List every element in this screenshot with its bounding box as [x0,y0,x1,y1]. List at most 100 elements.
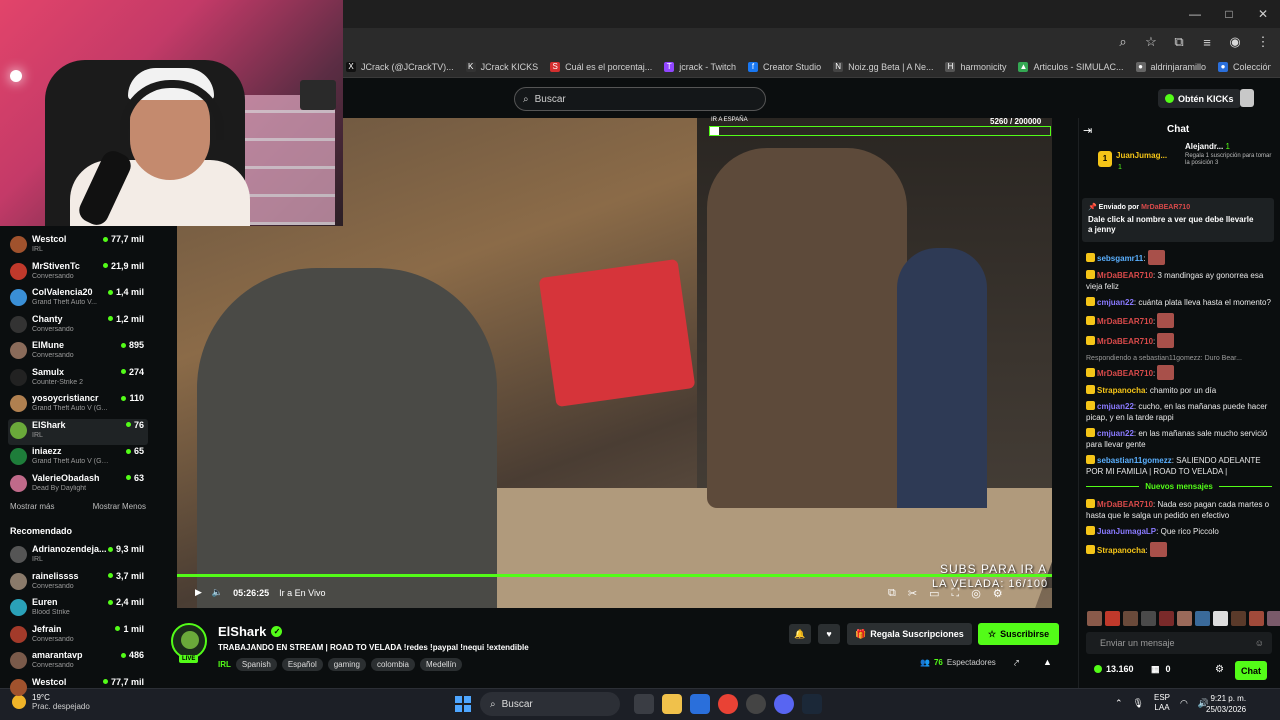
top-gifter-2[interactable]: Alejandr... 1 Regala 1 suscripción para … [1185,142,1277,167]
stream-tag[interactable]: Spanish [235,658,277,671]
chat-username[interactable]: cmjuan22 [1097,429,1134,438]
bookmark[interactable]: ▲ Articulos - SIMULAC... [1018,62,1124,72]
sidebar-channel-westcol[interactable]: Westcol IRL 77,7 mil [8,233,148,259]
play-icon[interactable]: ▶ [195,587,202,598]
volume-icon[interactable]: 🔈 [212,587,223,598]
chat-username[interactable]: MrDaBEAR710 [1097,271,1153,280]
chat-username[interactable]: MrDaBEAR710 [1097,317,1153,326]
new-messages-divider[interactable]: Nuevos mensajes [1086,482,1272,491]
get-kicks-button[interactable]: Obtén KICKs [1158,89,1241,108]
theater-icon[interactable]: ▭ [929,587,939,600]
bookmark[interactable]: Tjcrack - Twitch [664,62,736,72]
sidebar-channel-samulx[interactable]: Samulx Counter-Strike 2 274 [8,366,148,392]
emote-icon[interactable] [1213,611,1228,626]
warning-icon[interactable]: ▲ [1043,657,1052,667]
emote-icon[interactable] [1177,611,1192,626]
sidebar-channel-yosoycristiancr[interactable]: yosoycristiancr Grand Theft Auto V (G... 1… [8,392,148,418]
media-icon[interactable]: ≡ [1196,32,1218,52]
task-view-icon[interactable] [634,694,654,714]
star-icon[interactable]: ☆ [1140,32,1162,52]
chat-input[interactable]: Enviar un mensaje ☺ [1086,632,1272,654]
chevron-up-icon[interactable]: ⌃ [1115,698,1123,709]
chat-username[interactable]: MrDaBEAR710 [1097,369,1153,378]
bookmark[interactable]: ● Colección de M_bleí... [1218,62,1271,72]
chat-username[interactable]: JuanJumagaLP [1097,527,1156,536]
sidebar-channel-valerieobadash[interactable]: ValerieObadash Dead By Daylight 63 [8,472,148,498]
go-live-button[interactable]: Ir a En Vivo [279,588,325,598]
collapse-chat-icon[interactable]: ⇥ [1083,124,1092,137]
stream-tag[interactable]: Español [281,658,323,671]
stream-tag[interactable]: colombia [370,658,415,671]
subscribe-button[interactable]: ☆ Suscribirse [978,623,1060,645]
menu-icon[interactable]: ⋮ [1252,32,1274,52]
notifications-button[interactable]: 🔔 [789,624,811,644]
clip-icon[interactable]: ✂ [908,587,917,600]
sidebar-channel-elmune[interactable]: ElMune Conversando 895 [8,339,148,365]
gift-subs-button[interactable]: 🎁 Regala Suscripciones [847,623,972,645]
microphone-icon[interactable]: 🎙 [1133,698,1144,709]
emote-icon[interactable] [1159,611,1174,626]
zoom-icon[interactable]: ⌕ [1112,32,1134,52]
file-explorer-icon[interactable] [662,694,682,714]
bookmark[interactable]: f Creator Studio [748,62,821,72]
sidebar-channel-euren[interactable]: Euren Blood Strike 2,4 mil [8,596,148,622]
close-button[interactable]: ✕ [1246,0,1280,28]
chat-username[interactable]: sebastian11gomezz [1097,456,1172,465]
emote-icon[interactable] [1087,611,1102,626]
kicks-balance[interactable]: 13.160 [1094,664,1134,674]
sidebar-channel-westcol[interactable]: Westcol 77,7 mil [8,676,148,702]
sidebar-channel-colvalencia20[interactable]: ColValencia20 Grand Theft Auto V... 1,4 mi… [8,286,148,312]
show-less-button[interactable]: Mostrar Menos [93,502,146,511]
sidebar-channel-chanty[interactable]: Chanty Conversando 1,2 mil [8,313,148,339]
chat-username[interactable]: MrDaBEAR710 [1097,500,1153,509]
steam-icon[interactable] [802,694,822,714]
streamer-name[interactable]: ElShark ✓ [218,624,283,639]
bookmark[interactable]: ● aldrinjaramillo [1135,62,1206,72]
chat-username[interactable]: Strapanocha [1097,546,1145,555]
wifi-icon[interactable]: ◠ [1180,698,1188,709]
share-icon[interactable]: ⤤ [1014,658,1019,669]
minimize-button[interactable]: — [1178,0,1212,28]
language-indicator[interactable]: ESP LAA [1154,693,1170,713]
stream-tag[interactable]: Medellín [420,658,463,671]
chat-username[interactable]: cmjuan22 [1097,298,1134,307]
maximize-button[interactable]: □ [1212,0,1246,28]
follow-button[interactable]: ♥ [818,624,840,644]
emote-icon[interactable] [1267,611,1280,626]
user-avatar[interactable] [1240,89,1254,107]
taskbar-clock[interactable]: 9:21 p. m. 25/03/2026 [1206,693,1246,715]
profile-icon[interactable]: ◉ [1224,32,1246,52]
sidebar-channel-jefrain[interactable]: Jefrain Conversando 1 mil [8,623,148,649]
pinned-user[interactable]: MrDaBEAR710 [1141,204,1190,211]
emote-icon[interactable] [1123,611,1138,626]
bookmark[interactable]: X JCrack (@JCrackTV)... [346,62,454,72]
bookmark[interactable]: K JCrack KICKS [465,62,538,72]
show-more-button[interactable]: Mostrar más [10,502,54,511]
emote-icon[interactable] [1231,611,1246,626]
bookmark[interactable]: Hharmonicity [945,62,1006,72]
stream-tag[interactable]: gaming [327,658,366,671]
fullscreen-icon[interactable]: ⛶ [951,587,959,600]
pinned-message[interactable]: 📌 Enviado por MrDaBEAR710 Dale click al … [1082,198,1274,242]
bookmark[interactable]: N Noiz.gg Beta | A Ne... [833,62,933,72]
bookmark[interactable]: S Cuál es el porcentaj... [550,62,652,72]
chat-settings-icon[interactable]: ⚙ [1215,664,1224,675]
app-icon[interactable] [746,694,766,714]
chat-username[interactable]: Strapanocha [1097,386,1145,395]
chat-username[interactable]: sebsgamr11 [1097,254,1143,263]
emoji-icon[interactable]: ☺ [1255,638,1264,648]
chat-send-button[interactable]: Chat [1235,661,1267,680]
chrome-icon[interactable] [718,694,738,714]
sidebar-channel-elshark[interactable]: ElShark IRL 76 [8,418,148,445]
extensions-icon[interactable]: ⧉ [1168,32,1190,52]
discord-icon[interactable] [774,694,794,714]
sidebar-channel-rainelissss[interactable]: rainelissss Conversando 3,7 mil [8,570,148,596]
chat-username[interactable]: MrDaBEAR710 [1097,337,1153,346]
emote-icon[interactable] [1249,611,1264,626]
sidebar-channel-adrianozendeja[interactable]: Adrianozendeja... IRL 9,3 mil [8,543,148,569]
points-balance[interactable]: ▦ 0 [1151,664,1171,675]
sidebar-channel-amarantavp[interactable]: amarantavp Conversando 486 [8,649,148,675]
chat-username[interactable]: cmjuan22 [1097,402,1134,411]
quality-icon[interactable]: ◎ [971,587,981,600]
mail-icon[interactable] [690,694,710,714]
